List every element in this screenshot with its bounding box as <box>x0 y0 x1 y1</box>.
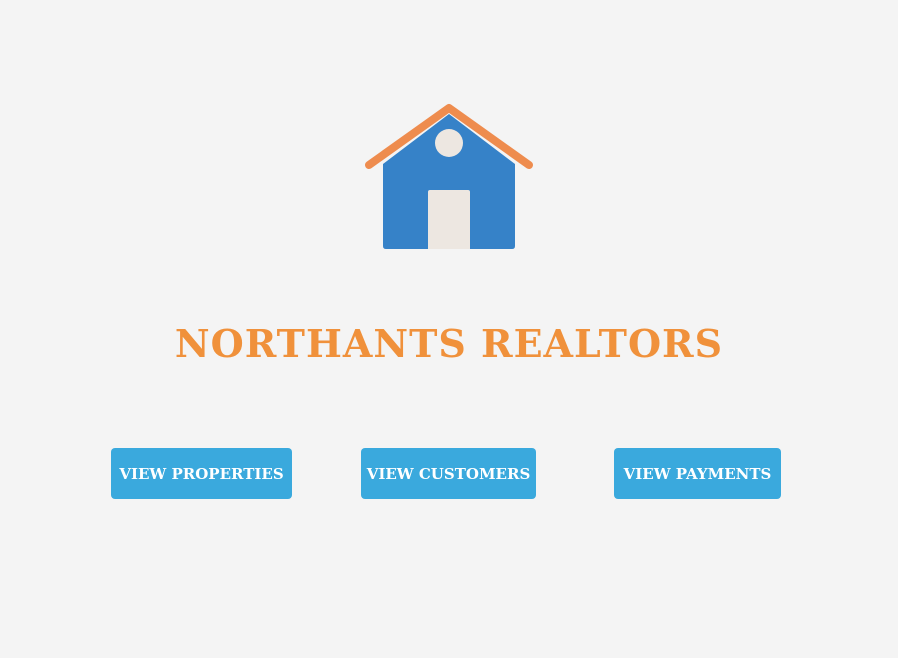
landing-page: NORTHANTS REALTORS VIEW PROPERTIES VIEW … <box>0 0 898 658</box>
view-customers-button[interactable]: VIEW CUSTOMERS <box>361 448 536 499</box>
view-payments-button[interactable]: VIEW PAYMENTS <box>614 448 781 499</box>
view-properties-button[interactable]: VIEW PROPERTIES <box>111 448 292 499</box>
house-window <box>435 129 463 157</box>
page-title: NORTHANTS REALTORS <box>174 321 724 366</box>
house-icon <box>365 104 533 249</box>
house-door <box>428 190 470 249</box>
